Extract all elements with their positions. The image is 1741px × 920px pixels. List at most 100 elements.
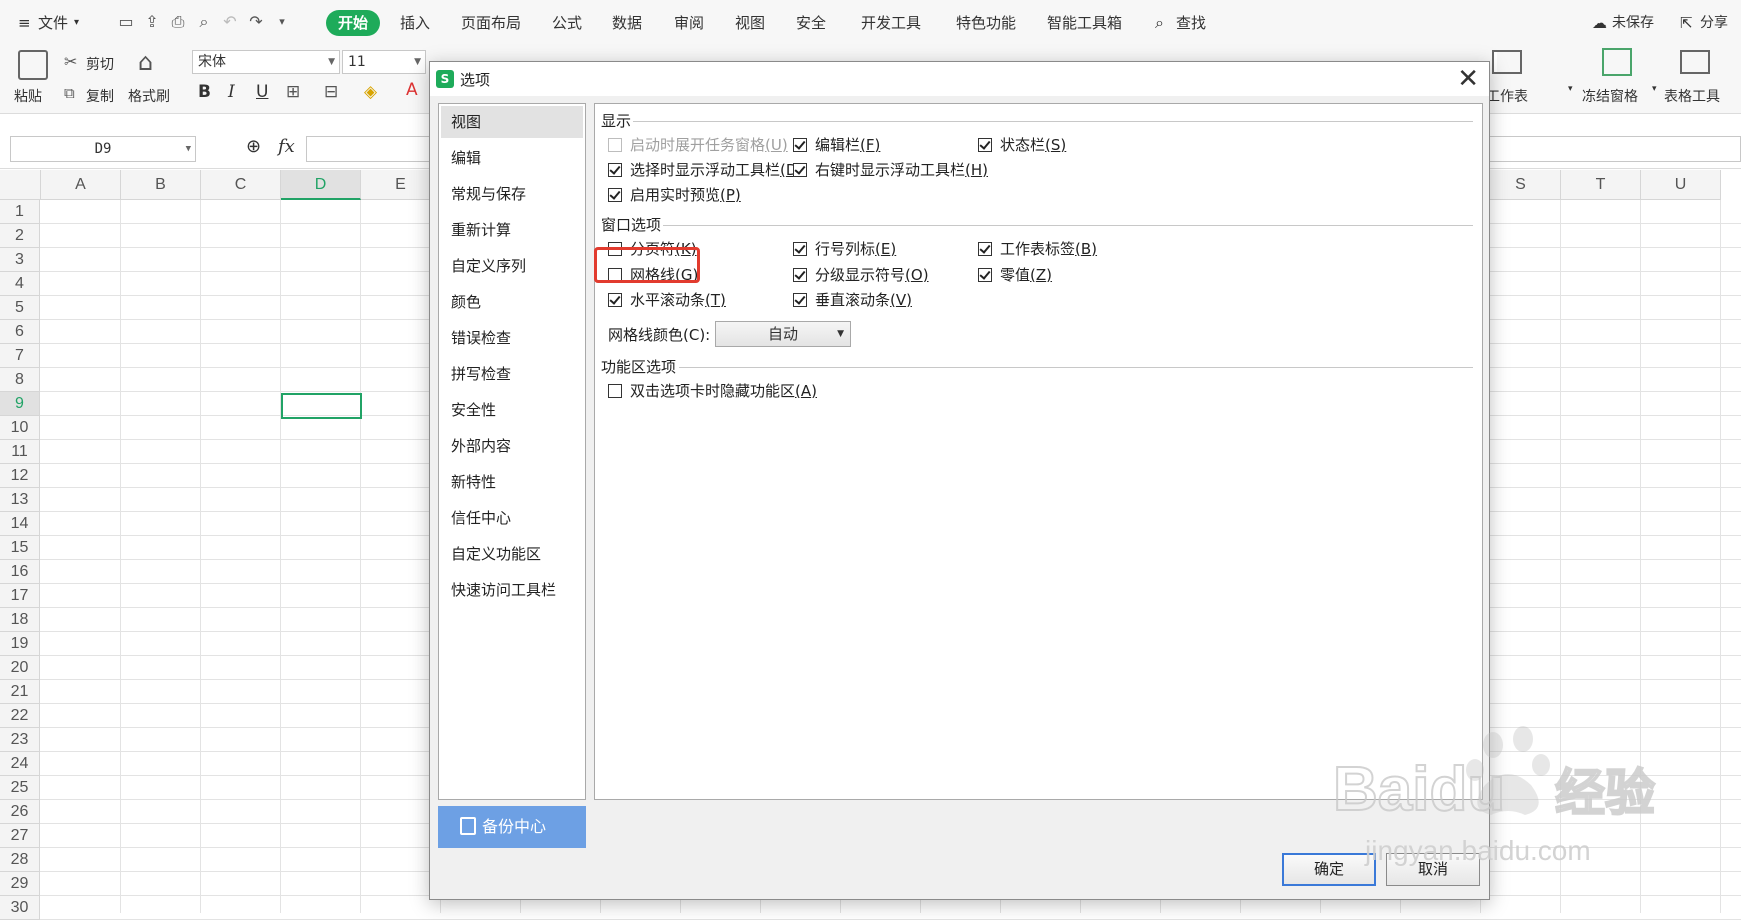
italic-button[interactable]: I [228,82,235,102]
nav-item[interactable]: 错误检查 [441,322,583,354]
font-color-icon[interactable]: A [406,80,418,100]
row-header[interactable]: 4 [0,272,40,296]
column-header[interactable]: A [41,170,121,200]
checkbox-checked-icon[interactable] [608,163,622,177]
nav-item[interactable]: 外部内容 [441,430,583,462]
checkbox-checked-icon[interactable] [978,138,992,152]
row-header[interactable]: 7 [0,344,40,368]
column-header[interactable]: T [1561,170,1641,200]
file-menu[interactable]: 文件 [38,13,68,33]
row-header[interactable]: 6 [0,320,40,344]
checkbox-checked-icon[interactable] [793,293,807,307]
nav-item[interactable]: 安全性 [441,394,583,426]
row-header[interactable]: 27 [0,824,40,848]
row-header[interactable]: 13 [0,488,40,512]
tab-insert[interactable]: 插入 [400,13,430,33]
search-button[interactable]: 查找 [1176,13,1206,33]
font-name-select[interactable]: 宋体 ▼ [192,50,340,74]
row-header[interactable]: 14 [0,512,40,536]
share-button[interactable]: 分享 [1700,13,1728,33]
tab-smart-tools[interactable]: 智能工具箱 [1047,13,1122,33]
row-header[interactable]: 12 [0,464,40,488]
tab-formulas[interactable]: 公式 [552,13,582,33]
checkbox-checked-icon[interactable] [793,268,807,282]
row-header[interactable]: 19 [0,632,40,656]
export-icon[interactable]: ⇪ [142,12,162,32]
close-icon[interactable]: ✕ [1457,64,1479,94]
row-header[interactable]: 11 [0,440,40,464]
copy-button[interactable]: 复制 [86,86,114,106]
tab-special[interactable]: 特色功能 [956,13,1016,33]
row-header[interactable]: 16 [0,560,40,584]
checkbox-checked-icon[interactable] [978,242,992,256]
hamburger-icon[interactable]: ≡ [18,13,31,33]
checkbox-checked-icon[interactable] [608,188,622,202]
column-header[interactable]: S [1481,170,1561,200]
row-header[interactable]: 22 [0,704,40,728]
redo-icon[interactable]: ↷ [246,12,266,32]
row-header[interactable]: 29 [0,872,40,896]
nav-item[interactable]: 重新计算 [441,214,583,246]
row-header[interactable]: 26 [0,800,40,824]
row-header[interactable]: 21 [0,680,40,704]
select-all-corner[interactable] [0,170,41,200]
row-header[interactable]: 24 [0,752,40,776]
column-header[interactable]: D [281,170,361,200]
customize-icon[interactable]: ▾ [272,12,292,32]
nav-item[interactable]: 信任中心 [441,502,583,534]
nav-item[interactable]: 视图 [441,106,583,138]
save-icon[interactable]: ▭ [116,12,136,32]
gridline-color-select[interactable]: 自动 ▼ [715,321,851,347]
row-header[interactable]: 15 [0,536,40,560]
row-header[interactable]: 1 [0,200,40,224]
tab-home[interactable]: 开始 [326,10,381,36]
search-icon[interactable]: ⌕ [1155,13,1164,33]
row-header[interactable]: 10 [0,416,40,440]
print-preview-icon[interactable]: ⌕ [194,12,214,32]
table-tools-button[interactable]: 表格工具 [1664,86,1720,106]
print-icon[interactable]: ⎙ [168,12,188,32]
row-header[interactable]: 30 [0,896,40,920]
checkbox-checked-icon[interactable] [793,242,807,256]
row-header[interactable]: 5 [0,296,40,320]
freeze-panes-button[interactable]: 冻结窗格 [1582,86,1638,106]
nav-item[interactable]: 颜色 [441,286,583,318]
tab-view[interactable]: 视图 [735,13,765,33]
zoom-formula-icon[interactable]: ⊕ [246,136,261,157]
format-painter-button[interactable]: 格式刷 [128,86,170,106]
backup-center-button[interactable]: 备份中心 [438,806,586,848]
unsaved-status[interactable]: 未保存 [1612,13,1654,33]
row-header[interactable]: 18 [0,608,40,632]
nav-item[interactable]: 编辑 [441,142,583,174]
row-header[interactable]: 25 [0,776,40,800]
cell-style-icon[interactable]: ⊟ [324,82,338,102]
cut-button[interactable]: 剪切 [86,54,114,74]
column-header[interactable]: U [1641,170,1721,200]
nav-item[interactable]: 自定义功能区 [441,538,583,570]
fx-button[interactable]: fx [278,136,295,157]
row-header[interactable]: 17 [0,584,40,608]
paste-button[interactable]: 粘贴 [14,86,42,106]
row-header[interactable]: 28 [0,848,40,872]
undo-icon[interactable]: ↶ [220,12,240,32]
tab-data[interactable]: 数据 [612,13,642,33]
checkbox-unchecked-icon[interactable] [608,384,622,398]
checkbox-unchecked-icon[interactable] [608,138,622,152]
underline-button[interactable]: U [256,82,268,102]
nav-item[interactable]: 拼写检查 [441,358,583,390]
checkbox-checked-icon[interactable] [608,293,622,307]
column-header[interactable]: B [121,170,201,200]
worksheet-button[interactable]: 工作表 [1486,86,1528,106]
row-header[interactable]: 9 [0,392,40,416]
row-header[interactable]: 2 [0,224,40,248]
checkbox-checked-icon[interactable] [793,163,807,177]
row-header[interactable]: 20 [0,656,40,680]
row-header[interactable]: 23 [0,728,40,752]
nav-item[interactable]: 新特性 [441,466,583,498]
border-icon[interactable]: ⊞ [286,82,300,102]
column-header[interactable]: C [201,170,281,200]
tab-page-layout[interactable]: 页面布局 [461,13,521,33]
bold-button[interactable]: B [198,82,211,102]
checkbox-checked-icon[interactable] [793,138,807,152]
chevron-down-icon[interactable]: ▾ [74,13,79,33]
